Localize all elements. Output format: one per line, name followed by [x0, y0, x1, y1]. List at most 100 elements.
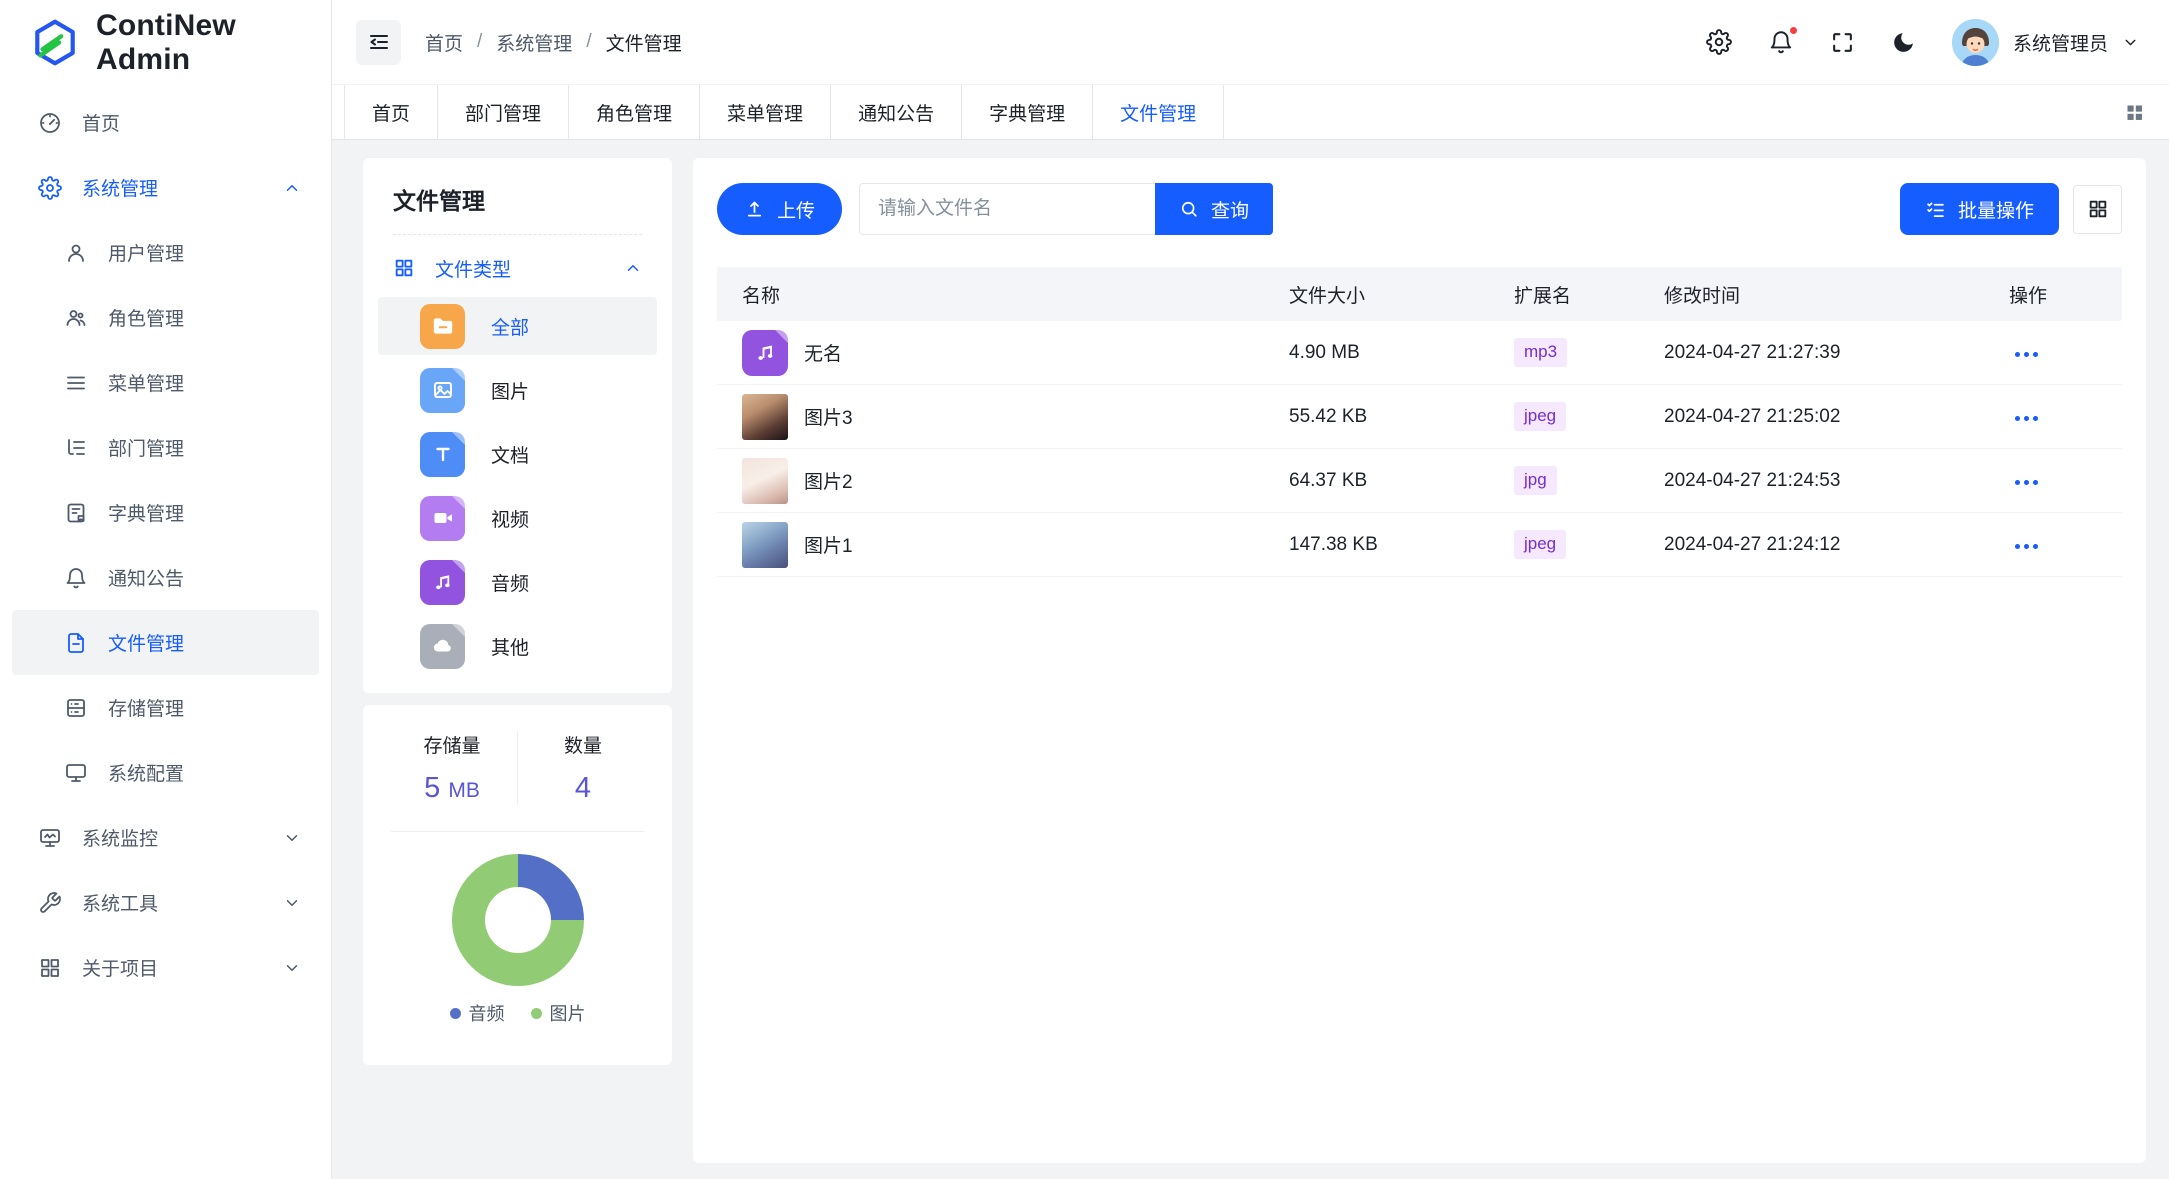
more-actions-button[interactable] — [2009, 344, 2044, 365]
main-column: 首页 / 系统管理 / 文件管理 — [332, 0, 2169, 1179]
breadcrumb-item[interactable]: 系统管理 — [496, 29, 572, 56]
tab-label: 菜单管理 — [727, 99, 803, 126]
tab-label: 首页 — [372, 99, 410, 126]
user-icon — [64, 241, 88, 265]
header-actions: 系统管理员 — [1706, 19, 2139, 66]
count-stat: 数量 4 — [517, 731, 648, 805]
sidebar-item-label: 关于项目 — [82, 954, 283, 981]
file-size: 147.38 KB — [1289, 534, 1514, 556]
menu-lines-icon — [64, 371, 88, 395]
dashed-divider — [393, 234, 642, 235]
count-label: 数量 — [518, 731, 648, 758]
file-type-other[interactable]: 其他 — [378, 617, 657, 675]
tab-menu-management[interactable]: 菜单管理 — [700, 85, 831, 139]
tab-dept-management[interactable]: 部门管理 — [438, 85, 569, 139]
sidebar-item-role-management[interactable]: 角色管理 — [12, 285, 319, 350]
fullscreen-icon[interactable] — [1830, 30, 1855, 55]
tab-role-management[interactable]: 角色管理 — [569, 85, 700, 139]
file-type-label: 全部 — [491, 313, 529, 340]
legend-item-audio[interactable]: 音频 — [450, 1000, 505, 1026]
legend-item-image[interactable]: 图片 — [531, 1000, 586, 1026]
file-name[interactable]: 图片2 — [804, 467, 853, 494]
text-doc-icon — [420, 432, 465, 477]
table-row[interactable]: 图片3 55.42 KB jpeg 2024-04-27 21:25:02 — [717, 385, 2122, 449]
tab-list-grid-icon[interactable] — [2124, 85, 2169, 139]
file-size: 64.37 KB — [1289, 470, 1514, 492]
batch-actions-button[interactable]: 批量操作 — [1900, 183, 2059, 235]
app-logo[interactable]: ContiNew Admin — [0, 0, 331, 85]
sidebar-item-dept-management[interactable]: 部门管理 — [12, 415, 319, 480]
grid-view-toggle-button[interactable] — [2073, 185, 2122, 234]
sidebar-item-label: 系统工具 — [82, 889, 283, 916]
divider — [391, 831, 644, 832]
file-list-card: 上传 查询 批量操作 — [693, 158, 2146, 1163]
chart-legend: 音频 图片 — [450, 1000, 586, 1026]
sidebar-item-system-management[interactable]: 系统管理 — [12, 155, 319, 220]
file-name[interactable]: 图片3 — [804, 403, 853, 430]
file-type-donut-chart: 音频 图片 — [387, 854, 648, 1026]
image-thumbnail — [742, 522, 788, 568]
sidebar-item-about[interactable]: 关于项目 — [12, 935, 319, 1000]
video-icon — [420, 496, 465, 541]
file-name[interactable]: 图片1 — [804, 531, 853, 558]
sidebar-item-label: 字典管理 — [108, 499, 319, 526]
tab-dict-management[interactable]: 字典管理 — [962, 85, 1093, 139]
sidebar-item-file-management[interactable]: 文件管理 — [12, 610, 319, 675]
users-icon — [64, 306, 88, 330]
monitor-chart-icon — [38, 826, 62, 850]
file-ext-badge: mp3 — [1514, 338, 1567, 366]
settings-gear-icon[interactable] — [1706, 29, 1732, 55]
more-actions-button[interactable] — [2009, 536, 2044, 557]
sidebar-item-system-monitor[interactable]: 系统监控 — [12, 805, 319, 870]
file-type-label: 音频 — [491, 569, 529, 596]
sidebar-item-label: 部门管理 — [108, 434, 319, 461]
page-tabs: 首页 部门管理 角色管理 菜单管理 通知公告 字典管理 文件管理 — [332, 85, 2169, 140]
app-title: ContiNew Admin — [96, 9, 331, 77]
grid-outline-icon — [393, 257, 415, 279]
file-type-all[interactable]: 全部 — [378, 297, 657, 355]
table-row[interactable]: 无名 4.90 MB mp3 2024-04-27 21:27:39 — [717, 321, 2122, 385]
chevron-up-icon — [283, 179, 301, 197]
upload-button[interactable]: 上传 — [717, 183, 842, 235]
file-type-video[interactable]: 视频 — [378, 489, 657, 547]
notification-bell-icon[interactable] — [1768, 29, 1794, 55]
dark-mode-moon-icon[interactable] — [1891, 30, 1916, 55]
sidebar-item-label: 系统配置 — [108, 759, 319, 786]
query-button[interactable]: 查询 — [1155, 183, 1273, 235]
sidebar-item-home[interactable]: 首页 — [12, 90, 319, 155]
sidebar-item-system-config[interactable]: 系统配置 — [12, 740, 319, 805]
sidebar-item-label: 用户管理 — [108, 239, 319, 266]
table-row[interactable]: 图片1 147.38 KB jpeg 2024-04-27 21:24:12 — [717, 513, 2122, 577]
search-input[interactable] — [859, 183, 1155, 235]
logo-icon — [30, 18, 80, 68]
sidebar-item-menu-management[interactable]: 菜单管理 — [12, 350, 319, 415]
stats-row: 存储量 5 MB 数量 4 — [387, 731, 648, 805]
sidebar-item-dict-management[interactable]: 字典管理 — [12, 480, 319, 545]
more-actions-button[interactable] — [2009, 408, 2044, 429]
file-size: 4.90 MB — [1289, 342, 1514, 364]
legend-label: 音频 — [469, 1000, 505, 1026]
sidebar-collapse-button[interactable] — [356, 20, 401, 65]
file-name[interactable]: 无名 — [804, 339, 842, 366]
file-type-document[interactable]: 文档 — [378, 425, 657, 483]
sidebar-item-user-management[interactable]: 用户管理 — [12, 220, 319, 285]
user-menu[interactable]: 系统管理员 — [1952, 19, 2139, 66]
file-type-group-toggle[interactable]: 文件类型 — [393, 245, 642, 291]
file-type-image[interactable]: 图片 — [378, 361, 657, 419]
toolbar: 上传 查询 批量操作 — [717, 183, 2122, 235]
music-icon — [420, 560, 465, 605]
more-actions-button[interactable] — [2009, 472, 2044, 493]
tab-file-management[interactable]: 文件管理 — [1093, 85, 1224, 139]
breadcrumb-item-current: 文件管理 — [606, 29, 682, 56]
sidebar-item-label: 系统管理 — [82, 174, 283, 201]
breadcrumb-item[interactable]: 首页 — [425, 29, 463, 56]
panel-title: 文件管理 — [393, 182, 642, 216]
file-type-audio[interactable]: 音频 — [378, 553, 657, 611]
table-row[interactable]: 图片2 64.37 KB jpg 2024-04-27 21:24:53 — [717, 449, 2122, 513]
image-thumbnail — [742, 458, 788, 504]
tab-home[interactable]: 首页 — [344, 85, 438, 139]
sidebar-item-notice[interactable]: 通知公告 — [12, 545, 319, 610]
sidebar-item-system-tools[interactable]: 系统工具 — [12, 870, 319, 935]
sidebar-item-storage-management[interactable]: 存储管理 — [12, 675, 319, 740]
tab-notice[interactable]: 通知公告 — [831, 85, 962, 139]
